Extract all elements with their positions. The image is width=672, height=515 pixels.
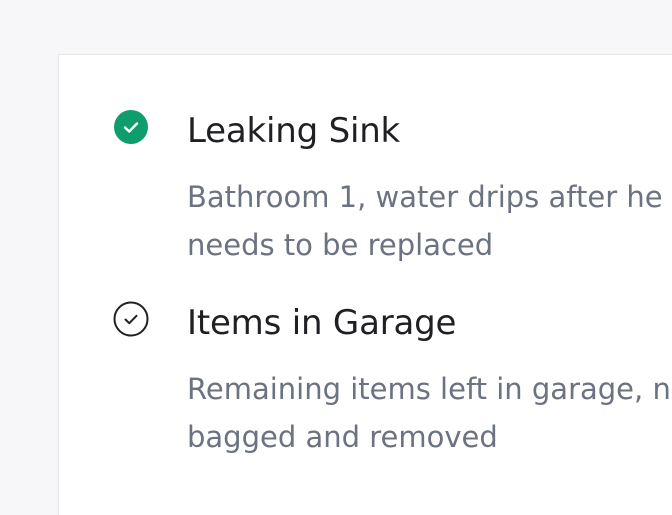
- task-description-line: Remaining items left in garage, n: [187, 372, 671, 406]
- check-circle-outline-icon[interactable]: [113, 301, 149, 337]
- check-circle-filled-icon[interactable]: [113, 109, 149, 145]
- task-description: Bathroom 1, water drips after he needs t…: [187, 173, 672, 269]
- task-description-line: bagged and removed: [187, 420, 498, 454]
- task-title: Leaking Sink: [187, 111, 401, 151]
- task-list-card: Leaking Sink Bathroom 1, water drips aft…: [58, 54, 672, 515]
- task-description-line: needs to be replaced: [187, 228, 494, 262]
- task-description: Remaining items left in garage, n bagged…: [187, 365, 672, 461]
- task-title: Items in Garage: [187, 303, 457, 343]
- task-description-line: Bathroom 1, water drips after he: [187, 180, 663, 214]
